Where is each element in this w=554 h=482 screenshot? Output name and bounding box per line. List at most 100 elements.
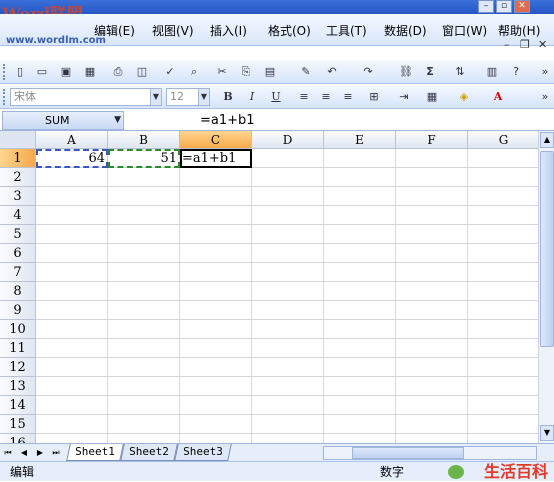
cell-g13[interactable] (468, 377, 538, 396)
chevron-down-icon[interactable]: ▼ (114, 112, 121, 129)
cell-b10[interactable] (108, 320, 180, 339)
row-header-3[interactable]: 3 (0, 187, 36, 206)
column-header-a[interactable]: A (36, 131, 108, 149)
cell-g3[interactable] (468, 187, 538, 206)
cell-c9[interactable] (180, 301, 252, 320)
cell-g10[interactable] (468, 320, 538, 339)
menu-help[interactable]: 帮助(H) (498, 22, 540, 39)
row-header-10[interactable]: 10 (0, 320, 36, 339)
cell-g16[interactable] (468, 434, 538, 443)
cell-e8[interactable] (324, 282, 396, 301)
row-header-5[interactable]: 5 (0, 225, 36, 244)
cell-b8[interactable] (108, 282, 180, 301)
save-icon[interactable]: ▣ (58, 64, 74, 80)
cell-f1[interactable] (396, 149, 468, 168)
chevron-down-icon[interactable]: ▼ (150, 89, 161, 105)
cell-c12[interactable] (180, 358, 252, 377)
cell-f14[interactable] (396, 396, 468, 415)
cell-g2[interactable] (468, 168, 538, 187)
cell-c16[interactable] (180, 434, 252, 443)
cell-d11[interactable] (252, 339, 324, 358)
paste-icon[interactable]: ▤ (262, 64, 278, 80)
cell-a11[interactable] (36, 339, 108, 358)
toolbar-grip[interactable] (3, 89, 6, 105)
first-sheet-icon[interactable]: ⏮ (2, 446, 14, 460)
cell-c15[interactable] (180, 415, 252, 434)
cell-b7[interactable] (108, 263, 180, 282)
cell-a3[interactable] (36, 187, 108, 206)
cell-b9[interactable] (108, 301, 180, 320)
cell-d8[interactable] (252, 282, 324, 301)
row-header-14[interactable]: 14 (0, 396, 36, 415)
column-header-b[interactable]: B (108, 131, 180, 149)
row-header-4[interactable]: 4 (0, 206, 36, 225)
cell-b1[interactable]: 51 (108, 149, 180, 168)
cell-c5[interactable] (180, 225, 252, 244)
horizontal-scroll-thumb[interactable] (352, 447, 464, 459)
cell-f13[interactable] (396, 377, 468, 396)
cell-e12[interactable] (324, 358, 396, 377)
hyperlink-icon[interactable]: ⛓ (398, 64, 414, 80)
cell-a13[interactable] (36, 377, 108, 396)
cell-e5[interactable] (324, 225, 396, 244)
cell-e16[interactable] (324, 434, 396, 443)
row-header-8[interactable]: 8 (0, 282, 36, 301)
cell-e2[interactable] (324, 168, 396, 187)
cell-b12[interactable] (108, 358, 180, 377)
cell-f2[interactable] (396, 168, 468, 187)
sheet-tab-2[interactable]: Sheet2 (120, 444, 178, 461)
prev-sheet-icon[interactable]: ◀ (18, 446, 30, 460)
cell-f16[interactable] (396, 434, 468, 443)
cell-d5[interactable] (252, 225, 324, 244)
cell-f9[interactable] (396, 301, 468, 320)
select-all-corner[interactable] (0, 131, 36, 149)
open-icon[interactable]: ▭ (34, 64, 50, 80)
autosum-icon[interactable]: Σ (422, 64, 438, 80)
font-name-combo[interactable]: 宋体 ▼ (10, 88, 162, 106)
cell-g14[interactable] (468, 396, 538, 415)
italic-icon[interactable]: I (244, 89, 260, 105)
menu-window[interactable]: 窗口(W) (442, 22, 487, 39)
underline-icon[interactable]: U (268, 89, 284, 105)
menu-insert[interactable]: 插入(I) (210, 22, 247, 39)
print-preview-icon[interactable]: ◫ (134, 64, 150, 80)
increase-indent-icon[interactable]: ⇥ (396, 89, 412, 105)
chart-wizard-icon[interactable]: ▥ (484, 64, 500, 80)
spelling-icon[interactable]: ✓ (162, 64, 178, 80)
cell-f8[interactable] (396, 282, 468, 301)
column-header-f[interactable]: F (396, 131, 468, 149)
row-header-6[interactable]: 6 (0, 244, 36, 263)
column-header-g[interactable]: G (468, 131, 538, 149)
permission-icon[interactable]: ▦ (82, 64, 98, 80)
cell-d7[interactable] (252, 263, 324, 282)
cell-a12[interactable] (36, 358, 108, 377)
toolbar-grip[interactable] (3, 64, 6, 80)
new-icon[interactable]: ▯ (12, 64, 28, 80)
align-center-icon[interactable]: ≡ (318, 89, 334, 105)
cell-a2[interactable] (36, 168, 108, 187)
cell-f7[interactable] (396, 263, 468, 282)
cell-g15[interactable] (468, 415, 538, 434)
cell-d1[interactable] (252, 149, 324, 168)
cell-c4[interactable] (180, 206, 252, 225)
row-header-7[interactable]: 7 (0, 263, 36, 282)
menu-format[interactable]: 格式(O) (268, 22, 311, 39)
toolbar-options-icon[interactable]: » (540, 89, 550, 105)
scroll-up-icon[interactable]: ▲ (540, 132, 554, 148)
sheet-tab-3[interactable]: Sheet3 (174, 444, 232, 461)
toolbar-options-icon[interactable]: » (540, 64, 550, 80)
row-header-11[interactable]: 11 (0, 339, 36, 358)
cell-g4[interactable] (468, 206, 538, 225)
cell-e7[interactable] (324, 263, 396, 282)
cell-a4[interactable] (36, 206, 108, 225)
cell-e1[interactable] (324, 149, 396, 168)
undo-icon[interactable]: ↶ (324, 64, 340, 80)
sheet-tab-1[interactable]: Sheet1 (66, 444, 124, 461)
cell-a8[interactable] (36, 282, 108, 301)
align-right-icon[interactable]: ≡ (340, 89, 356, 105)
row-header-13[interactable]: 13 (0, 377, 36, 396)
cell-c10[interactable] (180, 320, 252, 339)
cell-d14[interactable] (252, 396, 324, 415)
cell-e9[interactable] (324, 301, 396, 320)
menu-edit[interactable]: 编辑(E) (94, 22, 135, 39)
